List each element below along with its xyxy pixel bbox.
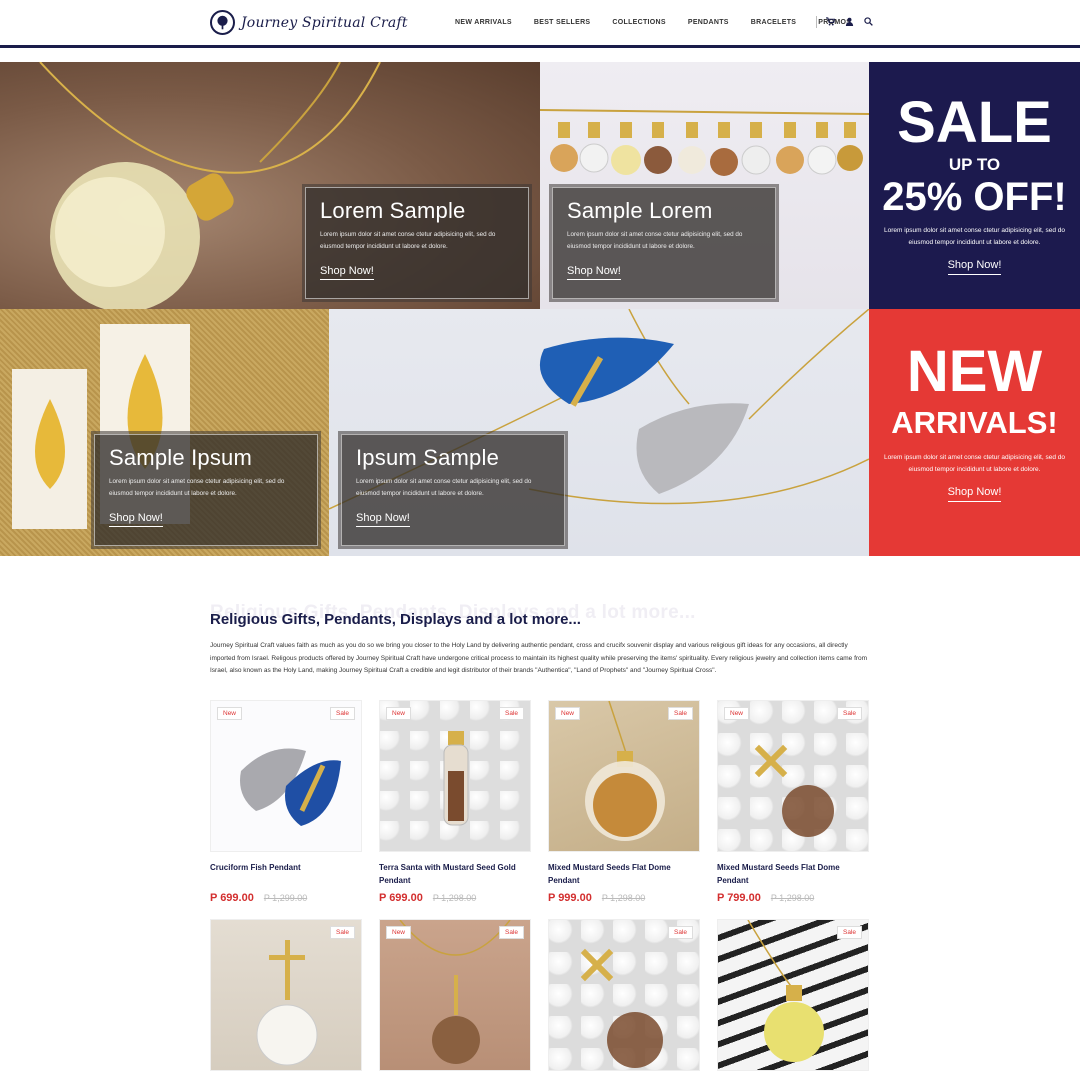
product-card[interactable]: Sale	[548, 919, 700, 1071]
product-card[interactable]: New Sale	[379, 919, 531, 1071]
product-prices: P 699.00 P 1,299.00	[210, 892, 362, 904]
new-arrivals-promo: NEW ARRIVALS! Lorem ipsum dolor sit amet…	[869, 343, 1080, 502]
product-card[interactable]: New Sale Terra Santa with Mustard Seed G…	[379, 700, 531, 904]
hero-shop-now-3[interactable]: Shop Now!	[109, 512, 163, 527]
hero-tile-droplet[interactable]: Lorem Sample Lorem ipsum dolor sit amet …	[0, 62, 540, 309]
product-name[interactable]: Cruciform Fish Pendant	[210, 862, 362, 888]
hero-text-4: Lorem ipsum dolor sit amet conse ctetur …	[356, 478, 532, 497]
product-prices: P 999.00 P 1,298.00	[548, 892, 700, 904]
product-image[interactable]: New Sale	[379, 919, 531, 1071]
product-image[interactable]: Sale	[548, 919, 700, 1071]
hero-caption-2: Sample Lorem Lorem ipsum dolor sit amet …	[549, 184, 779, 302]
hero-tile-new-arrivals[interactable]: NEW ARRIVALS! Lorem ipsum dolor sit amet…	[869, 309, 1080, 556]
tree-logo-icon	[210, 10, 235, 35]
new-badge: New	[724, 707, 750, 720]
product-image[interactable]: Sale	[210, 919, 362, 1071]
product-old-price: P 1,298.00	[432, 893, 477, 903]
product-image[interactable]: Sale	[717, 919, 869, 1071]
hero-tile-authentica[interactable]: Sample Ipsum Lorem ipsum dolor sit amet …	[0, 309, 329, 556]
product-price: P 999.00	[548, 892, 592, 904]
product-old-price: P 1,298.00	[770, 893, 815, 903]
new-badge: New	[555, 707, 581, 720]
product-image[interactable]: New Sale	[379, 700, 531, 852]
user-icon[interactable]	[845, 17, 854, 26]
new-heading: NEW	[906, 339, 1043, 404]
hero-title-2: Sample Lorem	[567, 198, 713, 223]
sale-heading: SALE	[897, 90, 1052, 155]
nav-new-arrivals[interactable]: NEW ARRIVALS	[455, 19, 512, 26]
brand-name: Journey Spiritual Craft	[241, 14, 408, 31]
nav-bracelets[interactable]: BRACELETS	[751, 19, 796, 26]
nav-pendants[interactable]: PENDANTS	[688, 19, 729, 26]
header-underline	[0, 45, 1080, 48]
product-prices: P 699.00 P 1,298.00	[379, 892, 531, 904]
arrivals-heading: ARRIVALS!	[891, 405, 1058, 440]
product-name[interactable]: Mixed Mustard Seeds Flat Dome Pendant	[548, 862, 700, 888]
new-badge: New	[386, 926, 412, 939]
hero-caption-3: Sample Ipsum Lorem ipsum dolor sit amet …	[91, 431, 321, 549]
nav-divider	[816, 16, 817, 28]
sale-shop-now[interactable]: Shop Now!	[947, 259, 1002, 275]
sale-badge: Sale	[498, 707, 524, 720]
product-image[interactable]: New Sale	[548, 700, 700, 852]
sale-badge: Sale	[498, 926, 524, 939]
new-arrivals-shop-now[interactable]: Shop Now!	[947, 486, 1002, 502]
product-card[interactable]: New Sale Mixed Mustard Seeds Flat Dome P…	[717, 700, 869, 904]
new-badge: New	[386, 707, 412, 720]
site-header: Journey Spiritual Craft NEW ARRIVALS BES…	[0, 0, 1080, 48]
hero-title-3: Sample Ipsum	[109, 445, 253, 470]
sale-badge: Sale	[667, 707, 693, 720]
product-price: P 799.00	[717, 892, 761, 904]
product-price: P 699.00	[210, 892, 254, 904]
product-price: P 699.00	[379, 892, 423, 904]
intro-body: Journey Spiritual Craft values faith as …	[210, 642, 868, 674]
nav-collections[interactable]: COLLECTIONS	[612, 19, 665, 26]
product-prices: P 799.00 P 1,298.00	[717, 892, 869, 904]
new-badge: New	[217, 707, 243, 720]
sale-up-to: UP TO	[948, 155, 1001, 174]
hero-caption-1: Lorem Sample Lorem ipsum dolor sit amet …	[302, 184, 532, 302]
hero-tile-sale[interactable]: SALE UP TO 25% OFF! Lorem ipsum dolor si…	[869, 62, 1080, 309]
sale-badge: Sale	[836, 926, 862, 939]
nav-icons	[826, 17, 873, 26]
sale-badge: Sale	[329, 707, 355, 720]
product-image[interactable]: New Sale	[717, 700, 869, 852]
hero-caption-4: Ipsum Sample Lorem ipsum dolor sit amet …	[338, 431, 568, 549]
hero-text-1: Lorem ipsum dolor sit amet conse ctetur …	[320, 231, 496, 250]
brand-logo[interactable]: Journey Spiritual Craft	[210, 10, 408, 35]
nav-best-sellers[interactable]: BEST SELLERS	[534, 19, 591, 26]
sale-percent: 25% OFF!	[882, 175, 1067, 219]
sale-badge: Sale	[329, 926, 355, 939]
sale-promo: SALE UP TO 25% OFF! Lorem ipsum dolor si…	[869, 94, 1080, 275]
product-image[interactable]: New Sale	[210, 700, 362, 852]
hero-title-4: Ipsum Sample	[356, 445, 500, 470]
hero-shop-now-4[interactable]: Shop Now!	[356, 512, 410, 527]
intro-title: Religious Gifts, Pendants, Displays and …	[210, 611, 581, 628]
hero-shop-now-2[interactable]: Shop Now!	[567, 265, 621, 280]
new-arrivals-text: Lorem ipsum dolor sit amet conse ctetur …	[883, 454, 1065, 473]
product-card[interactable]: New Sale Cruciform Fish Pendant P 699.00…	[210, 700, 362, 904]
product-old-price: P 1,298.00	[601, 893, 646, 903]
product-old-price: P 1,299.00	[263, 893, 308, 903]
hero-text-3: Lorem ipsum dolor sit amet conse ctetur …	[109, 478, 285, 497]
sale-text: Lorem ipsum dolor sit amet conse ctetur …	[883, 227, 1065, 246]
cart-icon[interactable]	[826, 17, 835, 26]
product-name[interactable]: Terra Santa with Mustard Seed Gold Penda…	[379, 862, 531, 888]
product-name[interactable]: Mixed Mustard Seeds Flat Dome Pendant	[717, 862, 869, 888]
sale-badge: Sale	[667, 926, 693, 939]
hero-tile-fish[interactable]: Ipsum Sample Lorem ipsum dolor sit amet …	[329, 309, 869, 556]
product-card[interactable]: Sale	[717, 919, 869, 1071]
hero-title-1: Lorem Sample	[320, 198, 466, 223]
hero-shop-now-1[interactable]: Shop Now!	[320, 265, 374, 280]
product-card[interactable]: Sale	[210, 919, 362, 1071]
product-card[interactable]: New Sale Mixed Mustard Seeds Flat Dome P…	[548, 700, 700, 904]
hero-text-2: Lorem ipsum dolor sit amet conse ctetur …	[567, 231, 743, 250]
main-nav: NEW ARRIVALS BEST SELLERS COLLECTIONS PE…	[455, 19, 873, 26]
hero-tile-vials[interactable]: Sample Lorem Lorem ipsum dolor sit amet …	[540, 62, 869, 309]
search-icon[interactable]	[864, 17, 873, 26]
sale-badge: Sale	[836, 707, 862, 720]
